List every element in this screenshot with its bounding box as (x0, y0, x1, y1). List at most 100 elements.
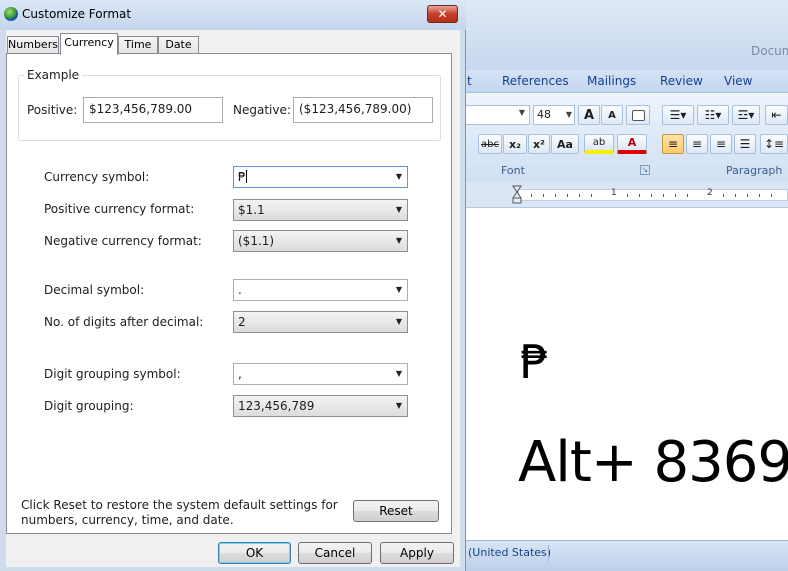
decrease-indent-icon: ⇤ (771, 108, 782, 122)
clear-formatting-icon (631, 109, 645, 121)
ribbon-tab-review[interactable]: Review (660, 74, 703, 88)
ribbon-tab-mailings[interactable]: Mailings (587, 74, 636, 88)
tab-time[interactable]: Time (118, 36, 158, 54)
close-button[interactable]: ✕ (427, 5, 458, 23)
apply-button[interactable]: Apply (380, 542, 454, 564)
negative-format-select[interactable]: ($1.1) ▼ (233, 230, 408, 252)
line-spacing-button[interactable]: ↕≡ (760, 134, 788, 154)
digit-grouping-select[interactable]: 123,456,789 ▼ (233, 395, 408, 417)
dialog-title-bar: Customize Format ✕ (0, 0, 466, 30)
align-right-button[interactable]: ≡ (710, 134, 732, 154)
close-icon: ✕ (437, 7, 448, 21)
positive-example-field: $123,456,789.00 (83, 97, 223, 123)
language-status[interactable]: (United States) (468, 546, 551, 559)
shrink-font-button[interactable]: A (601, 105, 623, 125)
font-name-combo[interactable]: ▼ (466, 105, 530, 125)
chevron-down-icon[interactable]: ▼ (396, 280, 402, 300)
currency-symbol-value[interactable]: ₱ (238, 170, 246, 184)
word-document-title: Docum (751, 44, 788, 58)
ruler-tick (531, 194, 532, 197)
line-spacing-icon: ↕≡ (763, 137, 785, 151)
ruler-tick (747, 194, 748, 197)
chevron-down-icon: ▼ (395, 317, 402, 326)
align-right-icon: ≡ (715, 137, 727, 151)
ruler-tick (735, 194, 736, 197)
currency-symbol-combo[interactable]: ₱ ▼ (233, 166, 408, 188)
font-color-icon: A (627, 136, 637, 149)
font-size-combo[interactable]: 48 ▼ (533, 105, 575, 125)
document-peso-symbol[interactable]: ₱ (520, 335, 549, 389)
shrink-font-icon: A (608, 109, 616, 121)
strikethrough-icon: abc (481, 138, 499, 150)
decrease-indent-button[interactable]: ⇤ (765, 105, 788, 125)
digits-after-decimal-select[interactable]: 2 ▼ (233, 311, 408, 333)
subscript-icon: x₂ (509, 137, 521, 151)
tab-numbers[interactable]: Numbers (7, 36, 59, 54)
align-left-icon: ≡ (667, 137, 679, 151)
superscript-button[interactable]: x² (528, 134, 550, 154)
grow-font-icon: A (583, 107, 595, 123)
digit-grouping-value: 123,456,789 (238, 399, 315, 413)
customize-format-dialog: Customize Format ✕ Numbers Currency Time… (0, 0, 466, 571)
ruler-tick (627, 194, 628, 197)
word-title-bar: Docum (466, 0, 788, 70)
reset-button[interactable]: Reset (353, 500, 439, 522)
ruler-tick (591, 194, 592, 197)
word-status-bar: (United States) (466, 540, 788, 571)
digit-grouping-symbol-value[interactable]: , (238, 367, 242, 381)
tab-currency[interactable]: Currency (60, 33, 118, 55)
subscript-button[interactable]: x₂ (503, 134, 527, 154)
cancel-button[interactable]: Cancel (298, 542, 372, 564)
font-color-button[interactable]: A (617, 134, 647, 154)
clear-formatting-button[interactable] (626, 105, 650, 125)
multilevel-list-button[interactable]: ☲▾ (732, 105, 760, 125)
tab-date[interactable]: Date (158, 36, 199, 54)
font-dialog-launcher-icon[interactable]: ↘ (640, 165, 650, 175)
paragraph-group-label: Paragraph (726, 164, 783, 177)
change-case-button[interactable]: Aa (551, 134, 579, 154)
ribbon-tab-references[interactable]: References (502, 74, 569, 88)
align-center-button[interactable]: ≡ (686, 134, 708, 154)
bullets-button[interactable]: ☰▾ (662, 105, 694, 125)
highlighter-icon: ab (592, 137, 606, 148)
indent-marker-icon[interactable] (512, 185, 522, 205)
text-caret (245, 170, 247, 183)
ruler-tick (567, 194, 568, 197)
font-size-value: 48 (537, 108, 551, 121)
justify-button[interactable]: ☰ (734, 134, 756, 154)
ruler-tick (639, 194, 640, 197)
change-case-icon: Aa (557, 137, 573, 151)
chevron-down-icon: ▼ (518, 108, 525, 117)
superscript-icon: x² (533, 137, 545, 151)
bullet-list-icon: ☰▾ (669, 108, 687, 122)
decimal-symbol-value[interactable]: . (238, 283, 242, 297)
strikethrough-button[interactable]: abc (478, 134, 502, 154)
digit-grouping-symbol-label: Digit grouping symbol: (44, 367, 181, 381)
digit-grouping-symbol-combo[interactable]: , ▼ (233, 363, 408, 385)
numbered-list-icon: ☷▾ (704, 108, 722, 122)
positive-format-select[interactable]: $1.1 ▼ (233, 199, 408, 221)
numbering-button[interactable]: ☷▾ (697, 105, 729, 125)
ruler-number: 1 (611, 188, 617, 198)
ribbon-tab-view[interactable]: View (724, 74, 752, 88)
positive-format-label: Positive currency format: (44, 202, 195, 216)
grow-font-button[interactable]: A (578, 105, 600, 125)
ribbon-tab-bar: t References Mailings Review View (466, 70, 788, 92)
ribbon-tab-partial[interactable]: t (467, 74, 472, 88)
negative-format-value: ($1.1) (238, 234, 275, 248)
ruler-number: 2 (707, 188, 713, 198)
decimal-symbol-combo[interactable]: . ▼ (233, 279, 408, 301)
multilevel-list-icon: ☲▾ (737, 108, 755, 122)
document-text[interactable]: Alt+ 8369 (518, 430, 788, 495)
align-left-button[interactable]: ≡ (662, 134, 684, 154)
highlight-button[interactable]: ab (584, 134, 614, 154)
chevron-down-icon: ▼ (395, 205, 402, 214)
chevron-down-icon[interactable]: ▼ (396, 167, 402, 187)
ruler-tick (771, 194, 772, 197)
horizontal-ruler[interactable]: 1 2 (466, 182, 788, 208)
reset-note: Click Reset to restore the system defaul… (21, 498, 338, 527)
ok-button[interactable]: OK (218, 542, 291, 564)
ruler-tick (687, 194, 688, 197)
digits-after-decimal-value: 2 (238, 315, 246, 329)
chevron-down-icon[interactable]: ▼ (396, 364, 402, 384)
